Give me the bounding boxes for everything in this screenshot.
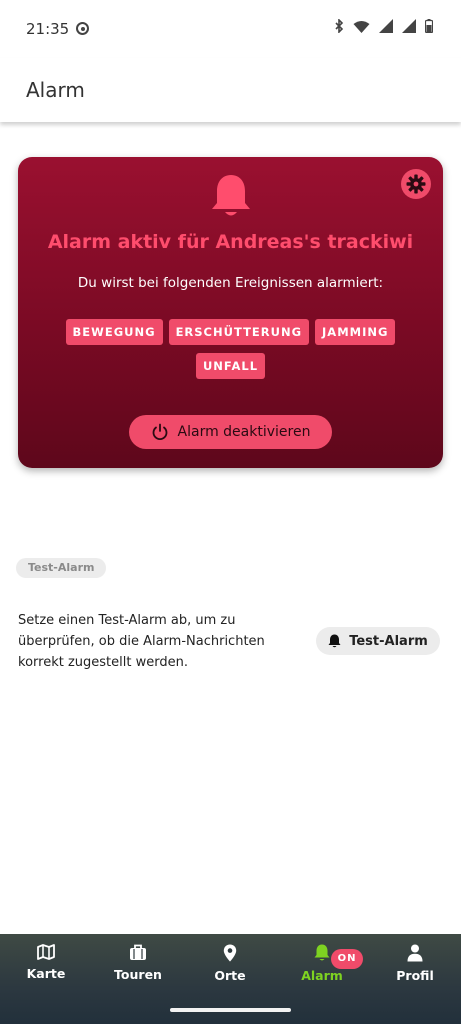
alarm-on-badge: ON bbox=[331, 949, 363, 969]
gear-icon bbox=[406, 174, 426, 194]
alarm-status-card: Alarm aktiv für Andreas's trackiwi Du wi… bbox=[18, 157, 443, 468]
event-tag: UNFALL bbox=[195, 353, 266, 379]
status-icons bbox=[335, 19, 433, 33]
bluetooth-icon bbox=[335, 19, 344, 33]
bell-icon bbox=[328, 634, 341, 648]
screen-record-icon bbox=[76, 22, 89, 35]
event-tags: BEWEGUNG ERSCHÜTTERUNG JAMMING UNFALL bbox=[48, 319, 413, 379]
nav-label: Orte bbox=[214, 968, 246, 983]
status-bar: 21:35 bbox=[0, 0, 461, 58]
page-title: Alarm bbox=[26, 78, 85, 102]
bell-icon bbox=[314, 944, 330, 961]
battery-icon bbox=[425, 19, 433, 33]
event-tag: JAMMING bbox=[315, 319, 396, 345]
nav-label: Touren bbox=[114, 967, 162, 982]
app-header: Alarm bbox=[0, 58, 461, 122]
section-chip: Test-Alarm bbox=[16, 558, 107, 578]
event-tag: BEWEGUNG bbox=[65, 319, 163, 345]
bell-icon bbox=[212, 175, 250, 216]
signal-icon bbox=[379, 19, 393, 33]
alarm-subtitle: Du wirst bei folgenden Ereignissen alarm… bbox=[77, 275, 384, 291]
event-tag: ERSCHÜTTERUNG bbox=[168, 319, 310, 345]
test-alarm-label: Test-Alarm bbox=[349, 633, 428, 649]
deactivate-alarm-button[interactable]: Alarm deaktivieren bbox=[129, 415, 332, 449]
status-time: 21:35 bbox=[26, 20, 70, 38]
home-indicator[interactable] bbox=[170, 1008, 291, 1012]
alarm-settings-button[interactable] bbox=[401, 169, 431, 199]
power-icon bbox=[152, 423, 167, 441]
nav-item-orte[interactable]: Orte bbox=[190, 944, 270, 983]
location-pin-icon bbox=[223, 944, 237, 962]
nav-label: Alarm bbox=[301, 968, 343, 983]
nav-item-karte[interactable]: Karte bbox=[6, 944, 86, 981]
briefcase-icon bbox=[130, 944, 146, 960]
test-alarm-description: Setze einen Test-Alarm ab, um zu überprü… bbox=[18, 613, 265, 670]
nav-item-profil[interactable]: Profil bbox=[375, 944, 455, 983]
wifi-icon bbox=[353, 20, 370, 33]
map-icon bbox=[37, 944, 55, 960]
deactivate-alarm-label: Alarm deaktivieren bbox=[177, 424, 311, 440]
test-alarm-button[interactable]: Test-Alarm bbox=[316, 627, 440, 655]
alarm-title: Alarm aktiv für Andreas's trackiwi bbox=[47, 231, 414, 253]
nav-label: Karte bbox=[26, 966, 66, 981]
signal-icon-2 bbox=[402, 19, 416, 33]
person-icon bbox=[407, 944, 423, 962]
nav-label: Profil bbox=[396, 968, 434, 983]
nav-item-touren[interactable]: Touren bbox=[98, 944, 178, 982]
